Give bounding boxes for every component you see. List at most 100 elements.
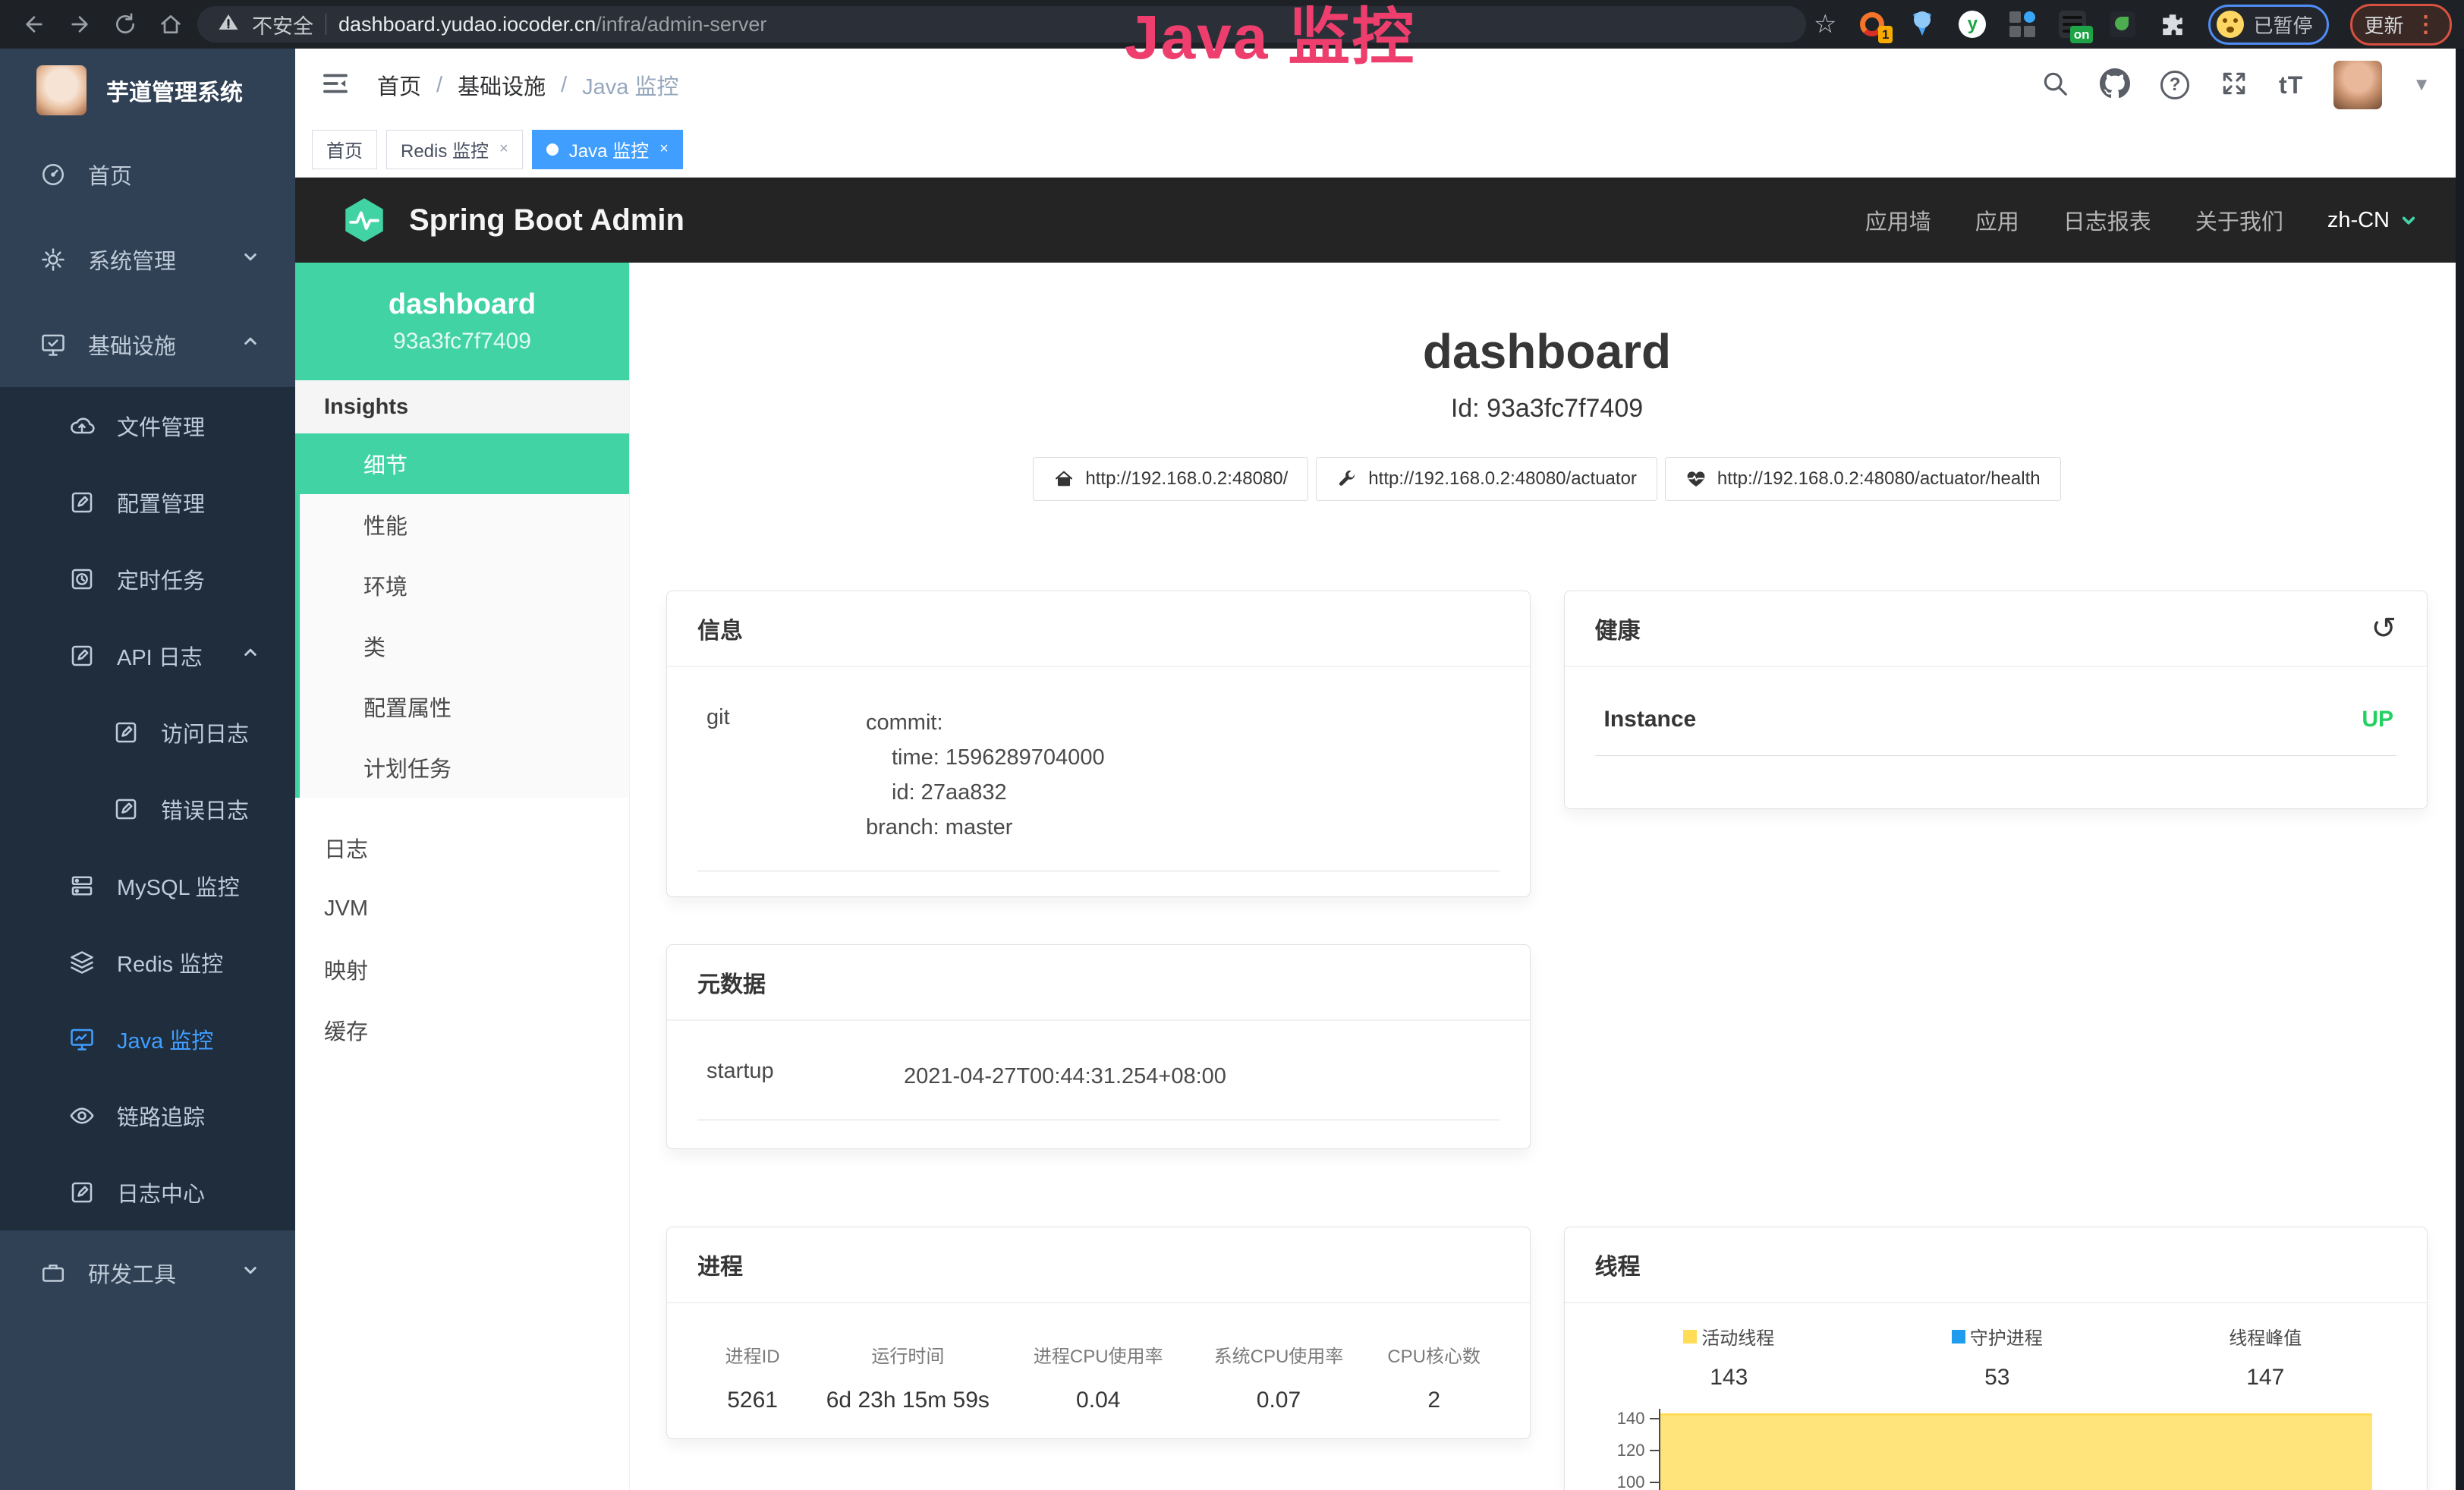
sidebar-item-java-monitor[interactable]: Java 监控	[0, 1000, 295, 1077]
extension-grid-icon[interactable]	[2008, 10, 2037, 39]
page-title: dashboard	[630, 323, 2464, 380]
edit-square-icon	[112, 795, 140, 823]
wrench-icon	[1336, 468, 1358, 490]
browser-update-button[interactable]: 更新⋮	[2350, 4, 2452, 46]
github-icon[interactable]	[2100, 68, 2130, 102]
process-col-cpus: CPU核心数2	[1369, 1341, 1499, 1413]
spring-boot-admin-logo-icon	[339, 195, 389, 245]
sba-menu-item-caches[interactable]: 缓存	[295, 1000, 629, 1060]
help-icon[interactable]: ?	[2160, 71, 2189, 99]
history-icon[interactable]: ↺	[2371, 611, 2396, 646]
right-card-column: 健康 ↺ Instance UP	[1564, 591, 2428, 1490]
sidebar-item-scheduled-job[interactable]: 定时任务	[0, 540, 295, 617]
process-col-system-cpu: 系统CPU使用率0.07	[1188, 1341, 1369, 1413]
y-tick-label: 120	[1572, 1440, 1645, 1461]
tab-label: Java 监控	[569, 136, 649, 162]
threads-card-title: 线程	[1565, 1227, 2428, 1303]
fullscreen-icon[interactable]	[2220, 69, 2248, 102]
sidebar-item-label: 日志中心	[117, 1177, 205, 1208]
close-icon[interactable]: ×	[659, 140, 669, 158]
sidebar-item-trace[interactable]: 链路追踪	[0, 1077, 295, 1154]
back-icon[interactable]	[15, 5, 53, 43]
metadata-card: 元数据 startup 2021-04-27T00:44:31.254+08:0…	[666, 944, 1531, 1149]
sba-menu-item-environment[interactable]: 环境	[300, 555, 629, 616]
sba-nav-about[interactable]: 关于我们	[2195, 204, 2283, 236]
col-header: 系统CPU使用率	[1188, 1341, 1369, 1368]
home-icon[interactable]	[152, 5, 190, 43]
app-logo-row[interactable]: 芋道管理系统	[0, 49, 295, 132]
sidebar-item-error-log[interactable]: 错误日志	[0, 770, 295, 847]
extension-y-icon[interactable]: y	[1958, 10, 1987, 39]
sidebar-item-infra[interactable]: 基础设施	[0, 302, 295, 387]
instance-health-row[interactable]: Instance UP	[1595, 695, 2397, 756]
service-url-button[interactable]: http://192.168.0.2:48080/	[1033, 457, 1308, 501]
sidebar-item-access-log[interactable]: 访问日志	[0, 694, 295, 770]
sidebar-item-file-manage[interactable]: 文件管理	[0, 387, 295, 464]
sba-menu-item-classes[interactable]: 类	[300, 616, 629, 676]
reload-icon[interactable]	[106, 5, 144, 43]
extension-leaf-icon[interactable]	[2108, 10, 2137, 39]
sba-menu-item-metrics[interactable]: 性能	[300, 494, 629, 555]
tab-label: 首页	[326, 136, 363, 162]
extensions-puzzle-icon[interactable]	[2158, 10, 2187, 39]
profile-paused-pill[interactable]: 已暂停	[2208, 5, 2328, 45]
bookmark-star-icon[interactable]: ☆	[1814, 9, 1836, 39]
address-bar[interactable]: 不安全 dashboard.yudao.iocoder.cn/infra/adm…	[197, 6, 1806, 43]
security-label[interactable]: 不安全	[252, 10, 313, 39]
sidebar-item-api-log[interactable]: API 日志	[0, 617, 295, 694]
process-card-body: 进程ID5261 运行时间6d 23h 15m 59s 进程CPU使用率0.04…	[667, 1303, 1530, 1413]
user-avatar[interactable]	[2333, 61, 2382, 109]
sidebar-item-redis-monitor[interactable]: Redis 监控	[0, 924, 295, 1000]
tab-redis-monitor[interactable]: Redis 监控×	[386, 130, 523, 169]
sba-brand-title[interactable]: Spring Boot Admin	[409, 203, 684, 238]
col-value: 6d 23h 15m 59s	[807, 1388, 1008, 1413]
search-icon[interactable]	[2041, 69, 2069, 102]
briefcase-icon	[39, 1259, 67, 1287]
sidebar-item-log-center[interactable]: 日志中心	[0, 1154, 295, 1230]
extension-pin-icon[interactable]	[1908, 10, 1937, 39]
sba-menu-item-scheduled-tasks[interactable]: 计划任务	[300, 737, 629, 798]
sidebar-item-system[interactable]: 系统管理	[0, 217, 295, 302]
monitor-check-icon	[39, 331, 67, 358]
sba-menu-item-config-props[interactable]: 配置属性	[300, 676, 629, 737]
sba-menu-item-logs[interactable]: 日志	[295, 817, 629, 878]
info-card-body: git commit: time: 1596289704000 id: 27aa…	[667, 667, 1530, 871]
sba-nav-applications[interactable]: 应用	[1975, 204, 2019, 236]
breadcrumb-infra[interactable]: 基础设施	[458, 69, 546, 101]
tags-view-bar: 首页 Redis 监控× Java 监控 ×	[295, 121, 2464, 178]
page-url[interactable]: dashboard.yudao.iocoder.cn/infra/admin-s…	[338, 13, 766, 36]
extension-on-badge: on	[2070, 26, 2094, 43]
browser-menu-kebab-icon[interactable]: ⋮	[2415, 11, 2437, 38]
sba-locale-select[interactable]: zh-CN	[2327, 208, 2420, 233]
not-secure-warning-icon[interactable]	[217, 11, 240, 39]
sba-nav-wallboard[interactable]: 应用墙	[1865, 204, 1931, 236]
sidebar-item-config-manage[interactable]: 配置管理	[0, 464, 295, 540]
screen: 不安全 dashboard.yudao.iocoder.cn/infra/adm…	[0, 0, 2464, 1490]
sidebar-item-devtools[interactable]: 研发工具	[0, 1230, 295, 1315]
forward-icon[interactable]	[61, 5, 99, 43]
actuator-url-button[interactable]: http://192.168.0.2:48080/actuator	[1316, 457, 1657, 501]
tab-home[interactable]: 首页	[312, 130, 377, 169]
col-value: 2	[1369, 1388, 1499, 1413]
sidebar-fold-icon[interactable]	[319, 68, 351, 103]
extension-colorful-icon[interactable]: 1	[1858, 10, 1887, 39]
health-url-button[interactable]: http://192.168.0.2:48080/actuator/health	[1665, 457, 2061, 501]
sba-nav-journal[interactable]: 日志报表	[2063, 204, 2151, 236]
sba-menu-item-details[interactable]: 细节	[300, 433, 629, 494]
sidebar-item-mysql-monitor[interactable]: MySQL 监控	[0, 847, 295, 924]
breadcrumb-home[interactable]: 首页	[377, 69, 421, 101]
close-icon[interactable]: ×	[499, 140, 508, 158]
menu-item-label: 映射	[324, 953, 368, 985]
extension-switch-icon[interactable]: on	[2058, 10, 2087, 39]
sba-menu-item-jvm[interactable]: JVM	[295, 878, 629, 939]
heartbeat-icon	[1685, 468, 1707, 490]
threads-card: 线程 活动线程 143 守护进程	[1564, 1227, 2428, 1490]
instance-links: http://192.168.0.2:48080/ http://192.168…	[630, 457, 2464, 501]
sidebar-item-home[interactable]: 首页	[0, 132, 295, 217]
tab-java-monitor[interactable]: Java 监控 ×	[532, 130, 683, 169]
app-logo-avatar	[36, 65, 87, 115]
sba-menu-item-mappings[interactable]: 映射	[295, 939, 629, 1000]
font-size-icon[interactable]: tT	[2279, 71, 2303, 99]
user-menu-caret-icon[interactable]: ▼	[2412, 74, 2431, 96]
threads-card-body: 活动线程 143 守护进程 53 线程峰值	[1565, 1303, 2428, 1490]
